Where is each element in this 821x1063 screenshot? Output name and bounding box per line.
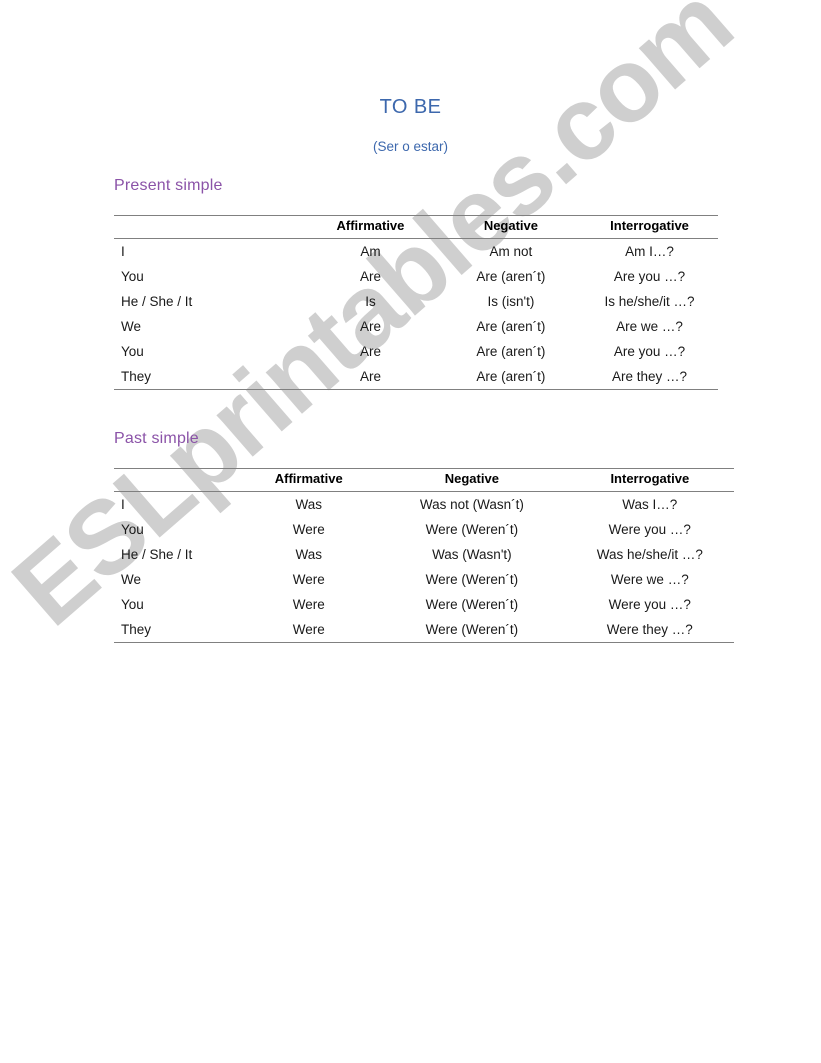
cell-pronoun: We <box>121 572 142 587</box>
cell-interrogative: Are you …? <box>613 344 686 359</box>
column-header-negative: Negative <box>378 468 566 492</box>
cell-affirmative: Was <box>295 497 322 512</box>
cell-pronoun: We <box>121 319 142 334</box>
table-row: We Are Are (aren´t) Are we …? <box>114 314 718 339</box>
cell-pronoun: They <box>114 364 301 390</box>
cell-affirmative: Are <box>359 344 381 359</box>
cell-affirmative: Were <box>292 597 325 612</box>
page-subtitle: (Ser o estar) <box>372 139 449 154</box>
cell-interrogative: Was he/she/it …? <box>596 547 703 562</box>
table-header: Affirmative Negative Interrogative <box>114 215 718 239</box>
worksheet-page: TO BE (Ser o estar) Present simple Affir… <box>0 0 821 1063</box>
cell-interrogative: Were they …? <box>565 617 734 643</box>
cell-pronoun: You <box>121 269 144 284</box>
cell-affirmative: Am <box>360 244 381 259</box>
cell-negative: Are (aren´t) <box>476 269 546 284</box>
cell-negative: Are (aren´t) <box>476 344 546 359</box>
column-header-affirmative: Affirmative <box>300 215 441 239</box>
cell-negative: Was (Wasn't) <box>432 547 512 562</box>
cell-negative: Were (Weren´t) <box>425 522 519 537</box>
column-header-interrogative: Interrogative <box>565 468 734 492</box>
cell-negative: Was not (Wasn´t) <box>419 497 524 512</box>
table-header: Affirmative Negative Interrogative <box>114 468 734 492</box>
cell-pronoun: I <box>121 244 125 259</box>
cell-negative: Am not <box>489 244 533 259</box>
cell-interrogative: Was I…? <box>622 497 678 512</box>
cell-pronoun: He / She / It <box>121 547 193 562</box>
column-header-pronoun <box>114 215 301 239</box>
table-row: He / She / It Is Is (isn't) Is he/she/it… <box>114 289 718 314</box>
table-row: I Am Am not Am I…? <box>114 239 718 265</box>
cell-interrogative: Were we …? <box>610 572 689 587</box>
cell-affirmative: Is <box>365 294 376 309</box>
cell-pronoun: He / She / It <box>121 294 193 309</box>
page-title: TO BE <box>379 96 442 118</box>
table-row: He / She / It Was Was (Wasn't) Was he/sh… <box>114 542 734 567</box>
cell-pronoun: You <box>121 597 144 612</box>
cell-interrogative: Were you …? <box>608 597 691 612</box>
table-header-row: Affirmative Negative Interrogative <box>114 215 718 239</box>
cell-negative: Were (Weren´t) <box>378 617 566 643</box>
cell-interrogative: Were you …? <box>608 522 691 537</box>
cell-interrogative: Is he/she/it …? <box>604 294 695 309</box>
cell-affirmative: Was <box>295 547 322 562</box>
section-heading-past-simple: Past simple <box>114 430 199 447</box>
cell-affirmative: Were <box>292 522 325 537</box>
cell-negative: Are (aren´t) <box>440 364 582 390</box>
cell-affirmative: Are <box>300 364 441 390</box>
table-row: You Are Are (aren´t) Are you …? <box>114 339 718 364</box>
cell-affirmative: Were <box>239 617 379 643</box>
table-row: We Were Were (Weren´t) Were we …? <box>114 567 734 592</box>
cell-pronoun: They <box>114 617 240 643</box>
present-simple-table: Affirmative Negative Interrogative I Am … <box>114 215 718 390</box>
table-header-row: Affirmative Negative Interrogative <box>114 468 734 492</box>
cell-interrogative: Are we …? <box>616 319 683 334</box>
column-header-affirmative: Affirmative <box>239 468 379 492</box>
past-simple-table: Affirmative Negative Interrogative I Was… <box>114 468 734 643</box>
cell-negative: Is (isn't) <box>487 294 535 309</box>
cell-affirmative: Were <box>292 572 325 587</box>
cell-affirmative: Are <box>359 269 381 284</box>
cell-affirmative: Are <box>359 319 381 334</box>
cell-pronoun: I <box>121 497 125 512</box>
table-row: They Were Were (Weren´t) Were they …? <box>114 617 734 643</box>
cell-interrogative: Am I…? <box>625 244 674 259</box>
table-row: You Are Are (aren´t) Are you …? <box>114 264 718 289</box>
table-body: I Was Was not (Wasn´t) Was I…? You Were … <box>114 492 734 643</box>
cell-interrogative: Are they …? <box>581 364 718 390</box>
cell-pronoun: You <box>121 344 144 359</box>
cell-negative: Were (Weren´t) <box>425 572 519 587</box>
cell-negative: Are (aren´t) <box>476 319 546 334</box>
section-heading-present-simple: Present simple <box>114 177 223 194</box>
cell-negative: Were (Weren´t) <box>425 597 519 612</box>
column-header-interrogative: Interrogative <box>581 215 718 239</box>
table-row: You Were Were (Weren´t) Were you …? <box>114 592 734 617</box>
cell-pronoun: You <box>121 522 144 537</box>
column-header-negative: Negative <box>440 215 582 239</box>
table-body: I Am Am not Am I…? You Are Are (aren´t) … <box>114 239 718 390</box>
table-row: They Are Are (aren´t) Are they …? <box>114 364 718 390</box>
cell-interrogative: Are you …? <box>613 269 686 284</box>
column-header-pronoun <box>114 468 240 492</box>
table-row: I Was Was not (Wasn´t) Was I…? <box>114 492 734 518</box>
table-row: You Were Were (Weren´t) Were you …? <box>114 517 734 542</box>
